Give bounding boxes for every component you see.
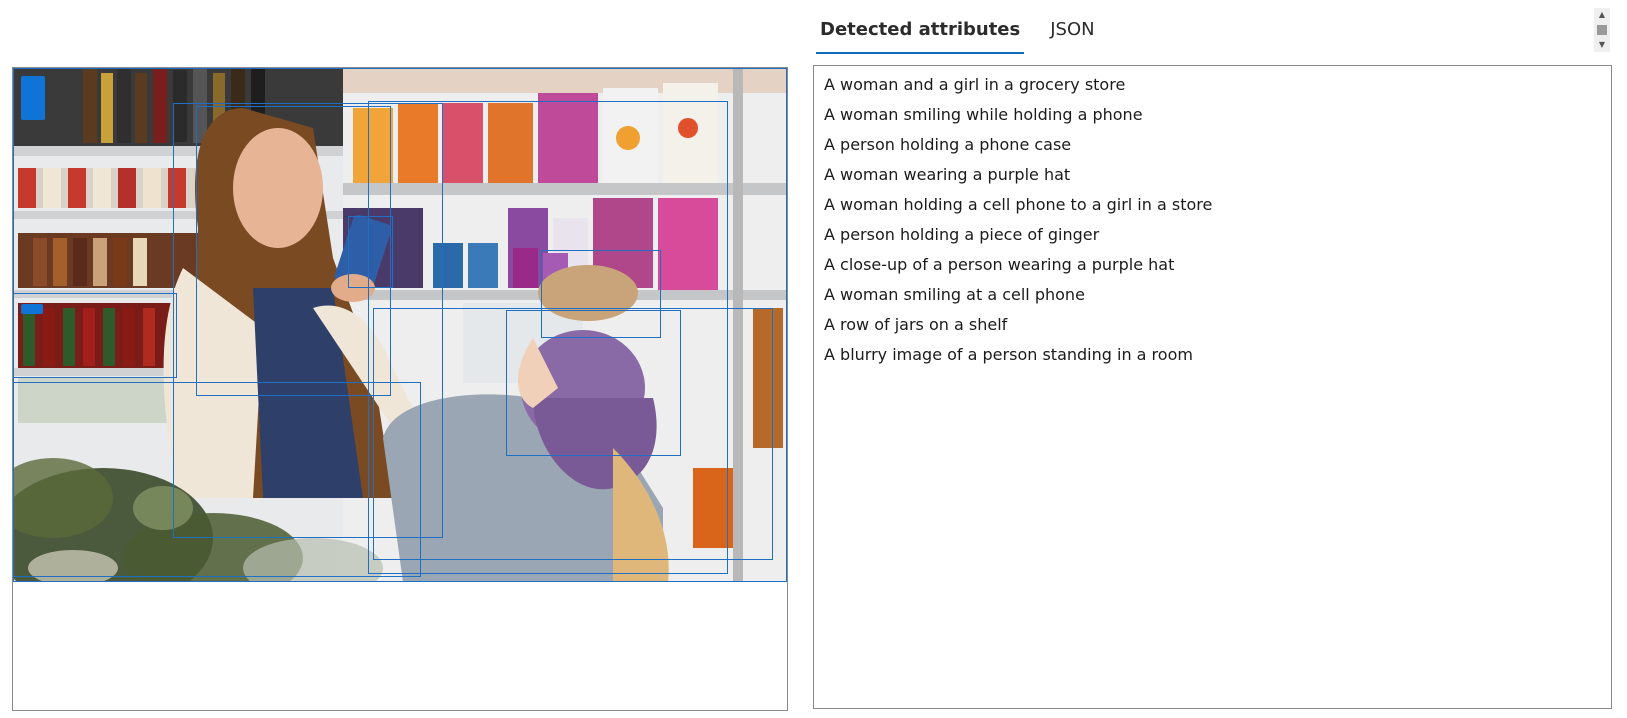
image-panel bbox=[12, 67, 788, 711]
scroll-down-icon[interactable]: ▼ bbox=[1597, 40, 1607, 50]
attributes-list: A woman and a girl in a grocery store A … bbox=[814, 66, 1611, 371]
analyzed-photo bbox=[13, 68, 787, 582]
attribute-item[interactable]: A row of jars on a shelf bbox=[824, 311, 1611, 341]
attribute-item[interactable]: A person holding a phone case bbox=[824, 131, 1611, 161]
attribute-item[interactable]: A woman wearing a purple hat bbox=[824, 161, 1611, 191]
bbox-label-tag-small[interactable] bbox=[21, 304, 43, 314]
tab-json[interactable]: JSON bbox=[1046, 14, 1098, 54]
attribute-item[interactable]: A person holding a piece of ginger bbox=[824, 221, 1611, 251]
attribute-item[interactable]: A woman and a girl in a grocery store bbox=[824, 71, 1611, 101]
attribute-item[interactable]: A woman smiling at a cell phone bbox=[824, 281, 1611, 311]
scroll-thumb[interactable] bbox=[1597, 25, 1607, 35]
attribute-item[interactable]: A woman holding a cell phone to a girl i… bbox=[824, 191, 1611, 221]
page-scrollbar[interactable]: ▲ ▼ bbox=[1594, 8, 1610, 52]
bbox-girl[interactable] bbox=[373, 308, 773, 560]
attributes-panel: A woman and a girl in a grocery store A … bbox=[813, 65, 1612, 709]
bbox-label-tag[interactable] bbox=[21, 76, 45, 120]
attribute-item[interactable]: A blurry image of a person standing in a… bbox=[824, 341, 1611, 371]
tab-detected-attributes[interactable]: Detected attributes bbox=[816, 14, 1025, 54]
attribute-item[interactable]: A woman smiling while holding a phone bbox=[824, 101, 1611, 131]
bbox-blurry-person[interactable] bbox=[13, 382, 421, 577]
attribute-item[interactable]: A close-up of a person wearing a purple … bbox=[824, 251, 1611, 281]
scroll-up-icon[interactable]: ▲ bbox=[1597, 10, 1607, 20]
result-tabs: Detected attributes JSON bbox=[816, 14, 1121, 54]
